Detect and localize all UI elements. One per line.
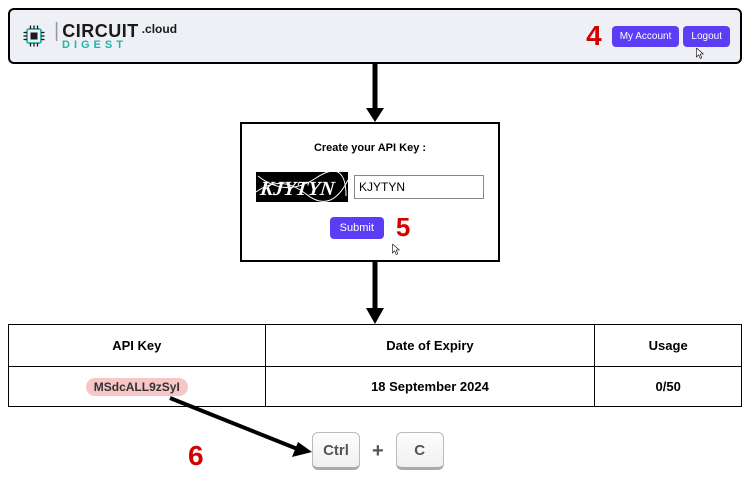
arrow-icon — [362, 64, 388, 124]
logo-digest: DIGEST — [62, 40, 177, 51]
create-api-key-panel: Create your API Key : KJYTYN Submit 5 — [240, 122, 500, 262]
svg-text:KJYTYN: KJYTYN — [258, 178, 337, 200]
keyboard-shortcut: Ctrl + C — [312, 432, 444, 470]
annotation-4: 4 — [586, 20, 602, 52]
key-ctrl: Ctrl — [312, 432, 360, 470]
api-key-value[interactable]: MSdcALL9zSyI — [86, 378, 188, 396]
table-header-row: API Key Date of Expiry Usage — [9, 325, 742, 367]
chip-icon — [20, 22, 48, 50]
plus-icon: + — [372, 440, 384, 463]
usage-value: 0/50 — [595, 367, 742, 407]
panel-title: Create your API Key : — [314, 142, 426, 154]
captcha-image: KJYTYN — [256, 172, 348, 202]
logout-button[interactable]: Logout — [683, 26, 730, 47]
logo: | CIRCUIT .cloud DIGEST — [20, 21, 177, 51]
api-keys-table: API Key Date of Expiry Usage MSdcALL9zSy… — [8, 324, 742, 407]
app-header: | CIRCUIT .cloud DIGEST 4 My Account Log… — [8, 8, 742, 64]
captcha-input[interactable] — [354, 175, 484, 199]
arrow-icon — [160, 394, 320, 464]
logo-cloud: .cloud — [142, 23, 177, 35]
submit-button[interactable]: Submit — [330, 217, 384, 239]
col-usage: Usage — [595, 325, 742, 367]
annotation-6: 6 — [188, 440, 204, 472]
annotation-5: 5 — [396, 212, 410, 243]
key-c: C — [396, 432, 444, 470]
col-api-key: API Key — [9, 325, 266, 367]
arrow-icon — [362, 262, 388, 326]
col-expiry: Date of Expiry — [265, 325, 595, 367]
logo-circuit: CIRCUIT — [62, 22, 139, 40]
my-account-button[interactable]: My Account — [612, 26, 680, 47]
table-row: MSdcALL9zSyI 18 September 2024 0/50 — [9, 367, 742, 407]
